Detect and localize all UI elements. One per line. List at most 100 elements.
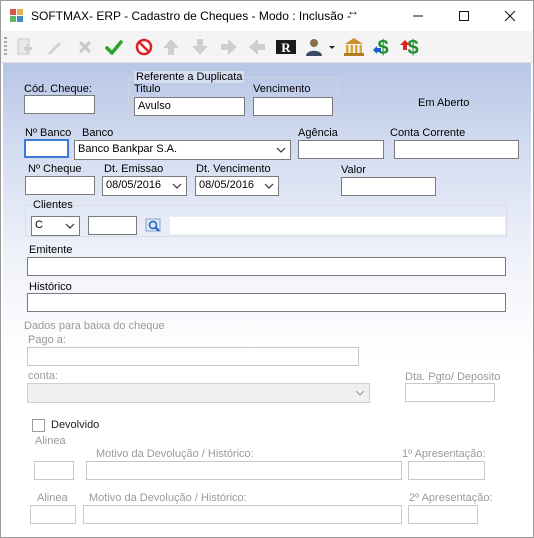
chevron-down-icon	[264, 183, 274, 189]
new-button[interactable]	[13, 35, 37, 59]
dt-vencimento-picker[interactable]: 08/05/2016	[195, 176, 279, 196]
chevron-down-icon	[355, 390, 365, 396]
banco-select-value: Banco Bankpar S.A.	[78, 143, 178, 155]
minimize-button[interactable]	[395, 1, 441, 31]
ref-duplicata-title: Referente a Duplicata	[134, 71, 245, 83]
clientes-label: Clientes	[33, 199, 73, 211]
last-record-button[interactable]	[188, 35, 212, 59]
delete-button[interactable]	[73, 35, 97, 59]
nbanco-field[interactable]	[24, 139, 69, 158]
down-arrow-icon	[192, 39, 208, 55]
conta-corrente-label: Conta Corrente	[390, 127, 466, 139]
edit-button[interactable]	[43, 35, 67, 59]
devolvido-label: Devolvido	[51, 419, 100, 431]
apres2-field[interactable]	[408, 505, 478, 524]
conta-label: conta:	[28, 370, 58, 382]
apres1-label: 1º Apresentação:	[402, 448, 486, 460]
svg-text:R: R	[281, 40, 291, 55]
cancel-button[interactable]	[132, 35, 156, 59]
clientes-search-button[interactable]	[145, 218, 163, 234]
bank-icon	[344, 38, 364, 56]
clientes-type-select[interactable]: C	[31, 216, 80, 236]
alinea1-field[interactable]	[34, 461, 74, 480]
toolbar-grip	[4, 37, 7, 57]
devolvido-checkbox[interactable]	[32, 419, 45, 432]
motivo2-field[interactable]	[83, 505, 402, 524]
dt-emissao-value: 08/05/2016	[106, 179, 162, 191]
alinea2-field[interactable]	[30, 505, 76, 524]
first-record-button[interactable]	[159, 35, 183, 59]
historico-label: Histórico	[29, 281, 72, 293]
banco-select[interactable]: Banco Bankpar S.A.	[74, 140, 291, 160]
svg-text:$: $	[407, 37, 418, 58]
dt-pgto-label: Dta. Pgto/ Deposito	[405, 371, 501, 383]
motivo1-field[interactable]	[86, 461, 402, 480]
left-arrow-icon	[249, 39, 265, 55]
cod-cheque-field[interactable]	[24, 95, 95, 114]
window-title: SOFTMAX- ERP - Cadastro de Cheques - Mod…	[31, 9, 351, 23]
clientes-code-field[interactable]	[88, 216, 137, 235]
valor-field[interactable]	[341, 177, 436, 196]
chevron-down-icon	[172, 183, 182, 189]
save-check-icon	[105, 40, 123, 55]
right-arrow-icon	[221, 39, 237, 55]
dt-vencimento-value: 08/05/2016	[199, 179, 255, 191]
historico-field[interactable]	[27, 293, 506, 312]
conta-corrente-field[interactable]	[394, 140, 519, 159]
pago-field[interactable]	[27, 347, 359, 366]
delete-icon	[78, 40, 92, 54]
report-icon: R	[276, 40, 296, 55]
titulo-field[interactable]: Avulso	[134, 97, 245, 116]
save-button[interactable]	[102, 35, 126, 59]
bank-button[interactable]	[342, 35, 366, 59]
ncheque-field[interactable]	[25, 176, 95, 195]
status-text: Em Aberto	[418, 97, 470, 109]
emitente-label: Emitente	[29, 244, 73, 256]
emitente-field[interactable]	[27, 257, 506, 276]
vencimento-label: Vencimento	[253, 83, 311, 95]
ncheque-label: Nº Cheque	[28, 163, 82, 175]
alinea1-label: Alinea	[35, 435, 66, 447]
toolbar: R $ $	[1, 31, 533, 63]
banco-label: Banco	[82, 127, 114, 139]
user-dropdown-button[interactable]	[303, 35, 337, 59]
main-window: SOFTMAX- ERP - Cadastro de Cheques - Mod…	[0, 0, 534, 538]
dollar-green-icon: $	[373, 37, 389, 58]
cod-cheque-label: Cód. Cheque:	[24, 83, 92, 95]
new-icon	[17, 38, 32, 55]
close-button[interactable]	[487, 1, 533, 31]
title-bar: SOFTMAX- ERP - Cadastro de Cheques - Mod…	[1, 1, 533, 31]
pago-label: Pago a:	[28, 334, 66, 346]
svg-text:$: $	[377, 37, 388, 58]
receipts-button[interactable]: $	[399, 35, 423, 59]
maximize-icon	[459, 11, 469, 21]
up-arrow-icon	[163, 39, 179, 55]
agencia-field[interactable]	[298, 140, 384, 159]
minimize-icon	[413, 15, 423, 17]
chevron-down-icon	[65, 223, 75, 229]
payments-button[interactable]: $	[371, 35, 395, 59]
motivo2-label: Motivo da Devolução / Histórico:	[89, 492, 247, 504]
close-icon	[504, 10, 516, 22]
vencimento-field[interactable]	[253, 97, 333, 116]
conta-select[interactable]	[27, 383, 370, 403]
dt-emissao-label: Dt. Emissao	[104, 163, 164, 175]
nbanco-label: Nº Banco	[25, 127, 72, 139]
user-icon	[306, 39, 335, 56]
next-record-button[interactable]	[217, 35, 241, 59]
previous-record-button[interactable]	[245, 35, 269, 59]
dt-pgto-field[interactable]	[405, 383, 495, 402]
baixa-section-label: Dados para baixa do cheque	[24, 320, 165, 332]
alinea2-label: Alinea	[37, 492, 68, 504]
dt-emissao-picker[interactable]: 08/05/2016	[102, 176, 187, 196]
resize-icon: ↔	[347, 4, 359, 18]
dollar-red-icon: $	[400, 37, 419, 58]
app-icon	[10, 9, 23, 22]
apres1-field[interactable]	[408, 461, 485, 480]
clientes-name-field[interactable]	[169, 216, 506, 235]
maximize-button[interactable]	[441, 1, 487, 31]
search-icon	[145, 218, 161, 232]
dt-vencimento-label: Dt. Vencimento	[196, 163, 271, 175]
report-button[interactable]: R	[274, 35, 298, 59]
cancel-icon	[135, 38, 153, 56]
